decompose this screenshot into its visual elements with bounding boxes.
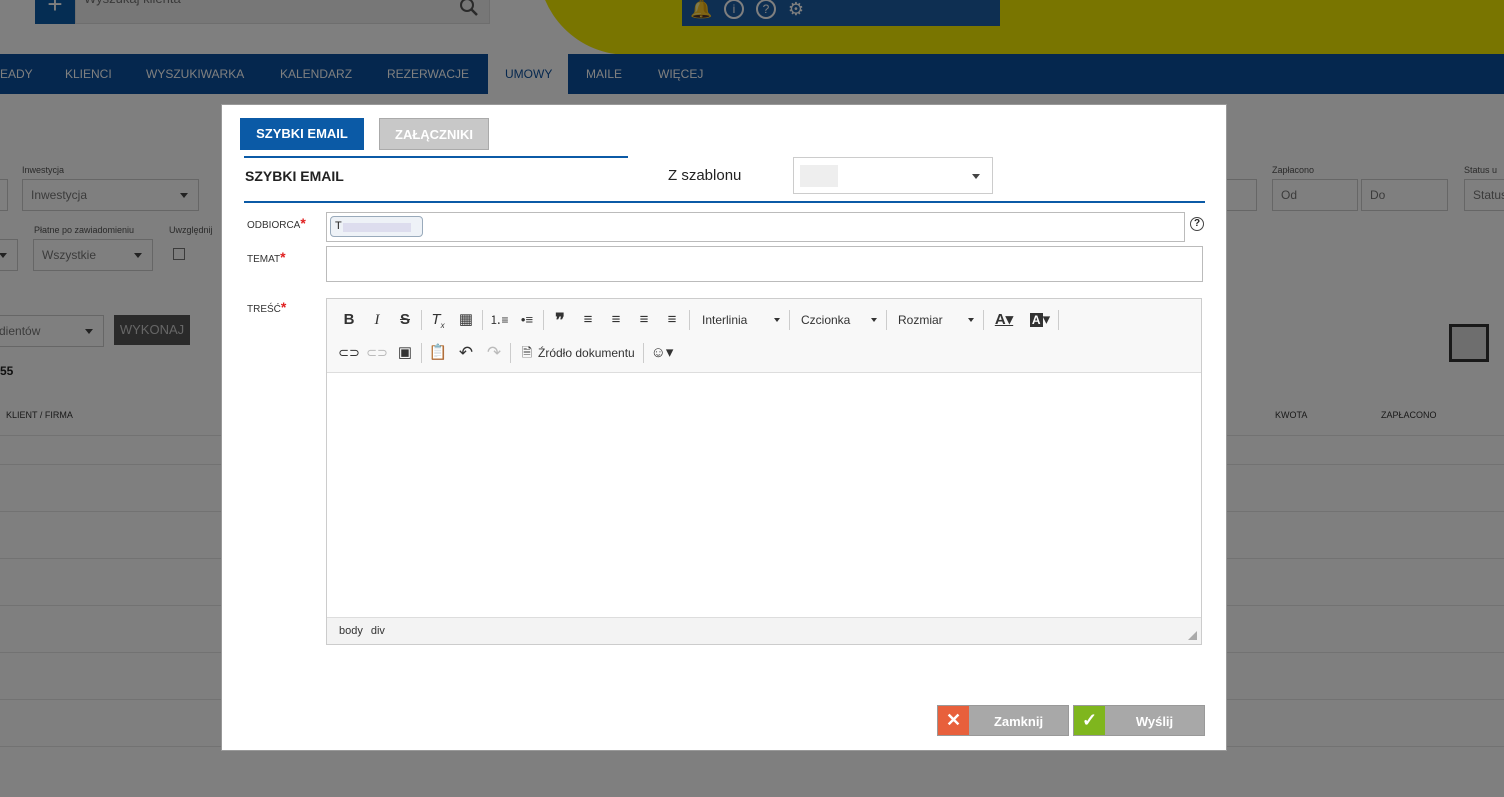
toolbar-separator	[421, 343, 422, 363]
font-label: Czcionka	[801, 313, 851, 327]
toolbar-separator	[543, 310, 544, 330]
toolbar-separator	[789, 310, 790, 330]
chevron-down-icon	[968, 318, 974, 322]
rich-text-editor: B I S Tx ▦ ⒈≡ •≡ ❞ ≡ ≡ ≡ ≡ Interlinia Cz…	[326, 298, 1202, 645]
chevron-down-icon	[871, 318, 877, 322]
align-center-icon[interactable]: ≡	[605, 309, 627, 331]
font-select[interactable]: Czcionka	[801, 309, 877, 331]
tab-quick-email[interactable]: SZYBKI EMAIL	[240, 118, 364, 150]
resize-handle[interactable]	[1188, 631, 1197, 640]
link-icon[interactable]: ⊂⊃	[338, 342, 360, 364]
clear-format-icon[interactable]: Tx	[427, 309, 449, 331]
editor-toolbar: B I S Tx ▦ ⒈≡ •≡ ❞ ≡ ≡ ≡ ≡ Interlinia Cz…	[327, 299, 1201, 373]
editor-path: body div	[327, 617, 1201, 644]
size-label: Rozmiar	[898, 313, 943, 327]
send-label: Wyślij	[1135, 714, 1174, 729]
template-select[interactable]	[793, 157, 993, 194]
source-label: Źródło dokumentu	[538, 346, 635, 360]
align-justify-icon[interactable]: ≡	[661, 309, 683, 331]
chevron-down-icon	[972, 174, 980, 179]
tab-attachments[interactable]: ZAŁĄCZNIKI	[379, 118, 489, 150]
recipient-chip-text: T	[335, 220, 342, 232]
template-value	[800, 165, 838, 187]
section-title: SZYBKI EMAIL	[245, 168, 344, 184]
toolbar-separator	[421, 310, 422, 330]
toolbar-separator	[643, 343, 644, 363]
line-height-label: Interlinia	[702, 313, 748, 327]
chevron-down-icon	[774, 318, 780, 322]
quick-email-modal: SZYBKI EMAIL ZAŁĄCZNIKI SZYBKI EMAIL Z s…	[221, 104, 1227, 751]
toolbar-separator	[1058, 310, 1059, 330]
toolbar-separator	[482, 310, 483, 330]
quote-icon[interactable]: ❞	[549, 309, 571, 331]
recipient-chip-redacted	[343, 223, 411, 232]
bullet-list-icon[interactable]: •≡	[516, 309, 538, 331]
redo-icon: ↷	[486, 343, 502, 362]
line-height-select[interactable]: Interlinia	[702, 309, 780, 331]
toolbar-separator	[510, 343, 511, 363]
source-button[interactable]: Źródło dokumentu	[538, 342, 638, 364]
background-color-icon[interactable]: A ▾	[1025, 309, 1055, 331]
close-button[interactable]: ✕ Zamknij	[937, 705, 1069, 736]
table-icon[interactable]: ▦	[455, 309, 477, 331]
paste-icon[interactable]: 📋	[427, 342, 449, 364]
help-icon[interactable]: ?	[1190, 217, 1204, 231]
numbered-list-icon[interactable]: ⒈≡	[488, 309, 510, 331]
recipient-chip[interactable]: T	[330, 216, 423, 237]
toolbar-separator	[689, 310, 690, 330]
toolbar-separator	[983, 310, 984, 330]
bold-icon[interactable]: B	[338, 309, 360, 331]
italic-icon[interactable]: I	[366, 309, 388, 331]
text-color-icon[interactable]: A▾	[989, 309, 1019, 331]
send-button[interactable]: ✓ Wyślij	[1073, 705, 1205, 736]
template-label: Z szablonu	[668, 167, 742, 184]
unlink-icon: ⊂⊃	[366, 345, 388, 360]
check-icon: ✓	[1074, 706, 1105, 735]
image-icon[interactable]: ▣	[394, 342, 416, 364]
strikethrough-icon[interactable]: S	[394, 309, 416, 331]
subject-label: TEMAT*	[247, 249, 286, 265]
align-left-icon[interactable]: ≡	[577, 309, 599, 331]
recipient-label: ODBIORCA*	[247, 215, 306, 231]
size-select[interactable]: Rozmiar	[898, 309, 974, 331]
close-icon: ✕	[938, 706, 969, 735]
close-label: Zamknij	[993, 714, 1044, 729]
toolbar-separator	[886, 310, 887, 330]
editor-body[interactable]	[327, 374, 1201, 617]
body-label: TREŚĆ*	[247, 299, 287, 315]
tab-underline	[244, 156, 628, 158]
path-body[interactable]: body	[339, 625, 363, 637]
undo-icon[interactable]: ↶	[455, 342, 477, 364]
subject-input[interactable]	[326, 246, 1203, 282]
source-icon[interactable]: 🗎	[516, 342, 538, 364]
path-div[interactable]: div	[371, 625, 385, 637]
align-right-icon[interactable]: ≡	[633, 309, 655, 331]
emoji-icon[interactable]: ☺▾	[647, 342, 677, 364]
divider	[244, 201, 1205, 203]
recipient-field[interactable]: T	[326, 212, 1185, 242]
